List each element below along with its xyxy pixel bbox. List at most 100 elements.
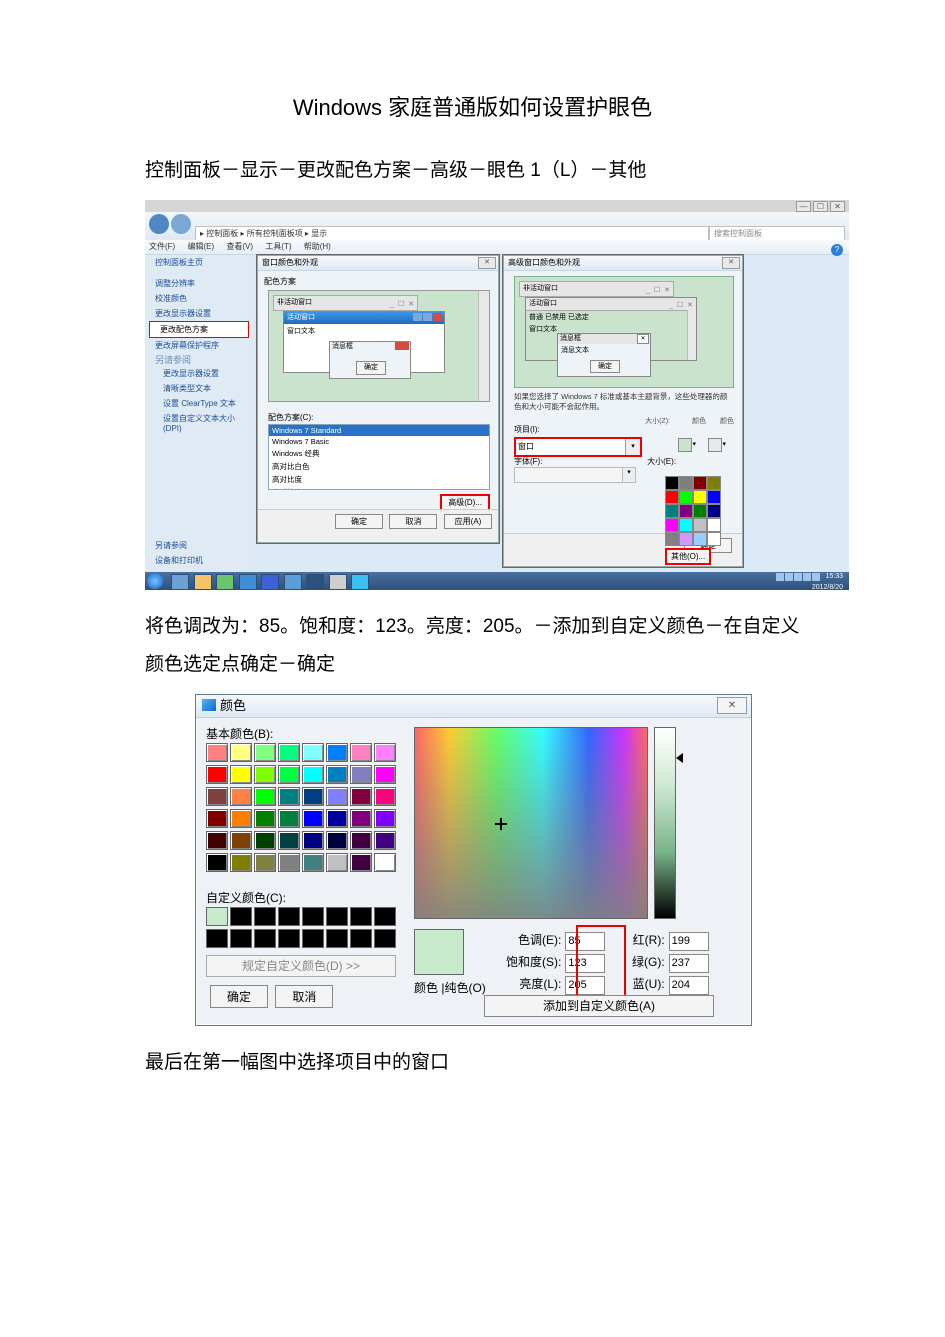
font-dropdown[interactable]: ▾ <box>514 467 636 483</box>
color-swatch[interactable] <box>254 809 276 828</box>
color-swatch[interactable] <box>679 504 693 518</box>
sidebar-link[interactable]: 调整分辨率 <box>145 276 253 291</box>
color-swatch[interactable] <box>254 787 276 806</box>
sidebar-bottom-link[interactable]: 设备和打印机 <box>145 553 253 568</box>
scheme-item[interactable]: 高对比度 #2 <box>269 486 489 490</box>
color-swatch[interactable] <box>693 504 707 518</box>
menu-view[interactable]: 查看(V) <box>226 242 253 251</box>
color-swatch[interactable] <box>302 743 324 762</box>
color-swatch[interactable] <box>665 532 679 546</box>
close-icon[interactable]: ✕ <box>830 201 845 212</box>
color-swatch[interactable] <box>230 929 252 948</box>
taskbar-app-icon[interactable] <box>284 574 302 590</box>
color-swatch[interactable] <box>302 907 324 926</box>
crosshair-icon[interactable] <box>497 820 505 828</box>
color-swatch[interactable] <box>350 907 372 926</box>
sidebar-sublink[interactable]: 设置自定义文本大小(DPI) <box>145 411 253 435</box>
b-input[interactable]: 204 <box>669 976 709 995</box>
color-swatch[interactable] <box>230 809 252 828</box>
system-tray[interactable]: 15:33 2012/8/20 <box>771 572 847 590</box>
color-swatch[interactable] <box>230 765 252 784</box>
scheme-item[interactable]: Windows 7 Standard <box>269 425 489 436</box>
color-swatch[interactable] <box>254 765 276 784</box>
sidebar-sublink[interactable]: 清晰类型文本 <box>145 381 253 396</box>
color-swatch[interactable] <box>374 765 396 784</box>
color-swatch[interactable] <box>665 490 679 504</box>
color-swatch[interactable] <box>206 831 228 850</box>
taskbar-app-icon[interactable] <box>239 574 257 590</box>
nav-back-icon[interactable] <box>149 214 169 234</box>
color-swatch[interactable] <box>254 907 276 926</box>
color-swatch[interactable] <box>679 518 693 532</box>
color-swatch[interactable] <box>206 765 228 784</box>
color-swatch[interactable] <box>707 518 721 532</box>
scheme-item[interactable]: Windows 经典 <box>269 447 489 460</box>
color-swatch[interactable] <box>230 743 252 762</box>
menu-file[interactable]: 文件(F) <box>149 242 175 251</box>
color-swatch[interactable] <box>254 853 276 872</box>
color-swatch[interactable] <box>693 518 707 532</box>
color-swatch[interactable] <box>206 907 228 926</box>
color-swatch[interactable] <box>278 809 300 828</box>
color-swatch[interactable] <box>350 743 372 762</box>
color-swatch[interactable] <box>278 831 300 850</box>
color-swatch[interactable] <box>707 490 721 504</box>
color-swatch[interactable] <box>206 853 228 872</box>
color-swatch[interactable] <box>326 831 348 850</box>
color-swatch[interactable] <box>679 532 693 546</box>
window-controls[interactable]: — ☐ ✕ <box>796 201 845 212</box>
color-swatch[interactable] <box>302 831 324 850</box>
color-swatch[interactable] <box>278 743 300 762</box>
sidebar-sublink[interactable]: 设置 ClearType 文本 <box>145 396 253 411</box>
start-orb-icon[interactable] <box>147 573 163 589</box>
color-swatch[interactable] <box>679 476 693 490</box>
color-swatch[interactable] <box>278 907 300 926</box>
color-swatch[interactable] <box>206 743 228 762</box>
custom-colors-grid[interactable] <box>206 907 396 949</box>
sidebar-link-change-scheme[interactable]: 更改配色方案 <box>149 321 249 338</box>
color-swatch[interactable] <box>254 831 276 850</box>
color-swatch[interactable] <box>230 853 252 872</box>
menu-tools[interactable]: 工具(T) <box>265 242 291 251</box>
scheme-listbox[interactable]: Windows 7 Standard Windows 7 Basic Windo… <box>268 424 490 490</box>
sidebar-link[interactable]: 更改显示器设置 <box>145 306 253 321</box>
color2-swatch[interactable] <box>708 438 722 452</box>
sidebar-home[interactable]: 控制面板主页 <box>145 255 253 270</box>
nav-forward-icon[interactable] <box>171 214 191 234</box>
menu-edit[interactable]: 编辑(E) <box>187 242 214 251</box>
color-swatch[interactable] <box>254 743 276 762</box>
color-swatch[interactable] <box>302 765 324 784</box>
color-swatch[interactable] <box>374 907 396 926</box>
item-dropdown[interactable]: 窗口▾ <box>514 437 642 457</box>
color-swatch[interactable] <box>374 831 396 850</box>
color-swatch[interactable] <box>665 476 679 490</box>
chevron-down-icon[interactable]: ▾ <box>625 439 640 455</box>
color-swatch[interactable] <box>326 853 348 872</box>
color-swatch[interactable] <box>350 765 372 784</box>
color-swatch[interactable] <box>206 929 228 948</box>
color-swatch[interactable] <box>693 476 707 490</box>
color-swatch[interactable] <box>230 787 252 806</box>
taskbar-app-icon[interactable] <box>171 574 189 590</box>
color-swatch[interactable] <box>350 809 372 828</box>
color-swatch[interactable] <box>665 504 679 518</box>
color-swatch[interactable] <box>665 518 679 532</box>
color-swatch[interactable] <box>326 907 348 926</box>
scheme-item[interactable]: Windows 7 Basic <box>269 436 489 447</box>
ok-button[interactable]: 确定 <box>335 514 383 529</box>
color-swatch[interactable] <box>278 929 300 948</box>
add-to-custom-button[interactable]: 添加到自定义颜色(A) <box>484 995 714 1017</box>
sidebar-bottom-link[interactable]: 另请参阅 <box>145 538 253 553</box>
menu-bar[interactable]: 文件(F) 编辑(E) 查看(V) 工具(T) 帮助(H) <box>145 240 849 255</box>
close-icon[interactable]: ✕ <box>722 257 740 269</box>
color-swatch[interactable] <box>302 809 324 828</box>
taskbar-app-icon[interactable] <box>216 574 234 590</box>
close-icon[interactable]: ✕ <box>717 697 747 714</box>
scheme-item[interactable]: 高对比白色 <box>269 460 489 473</box>
luminance-arrow-icon[interactable] <box>676 753 683 763</box>
scheme-item[interactable]: 高对比度 <box>269 473 489 486</box>
color-swatch[interactable] <box>254 929 276 948</box>
color-swatch[interactable] <box>350 853 372 872</box>
color-swatch[interactable] <box>693 532 707 546</box>
color-swatch[interactable] <box>278 765 300 784</box>
